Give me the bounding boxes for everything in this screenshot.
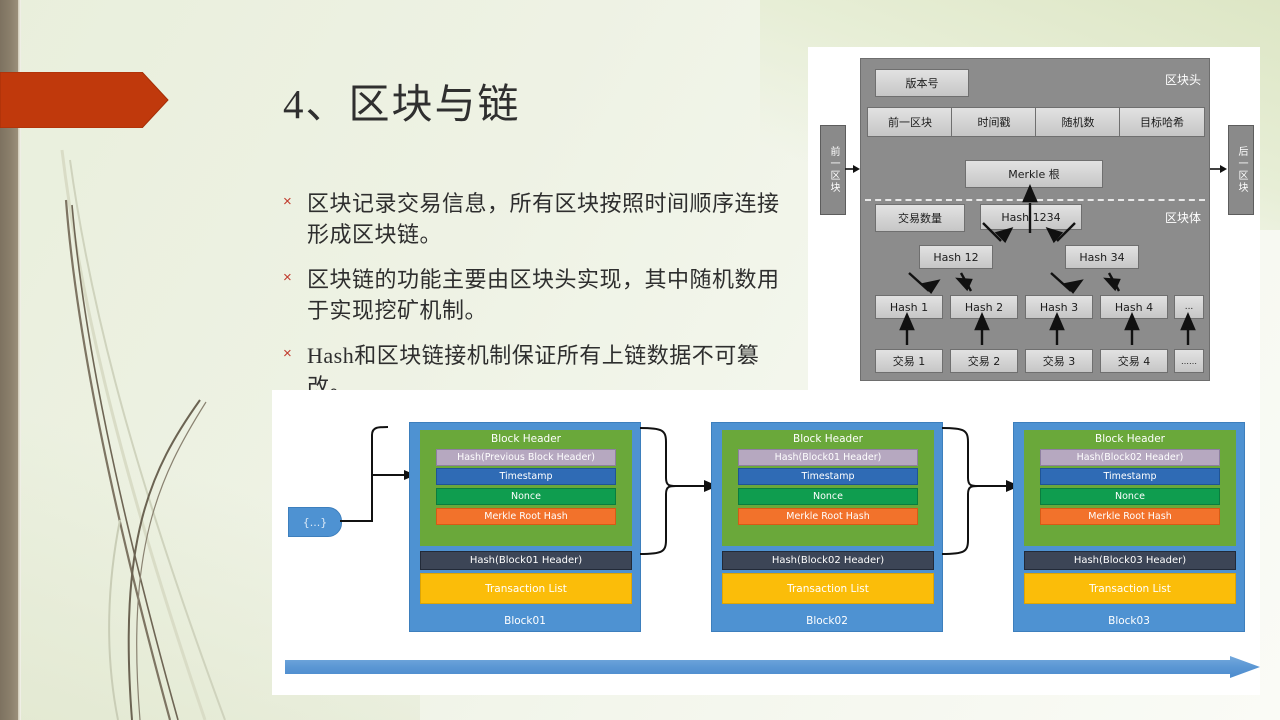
- block-03-block-hash: Hash(Block03 Header): [1024, 551, 1236, 570]
- block-03-merkle-root-hash: Merkle Root Hash: [1040, 508, 1220, 525]
- chain-block-03[interactable]: Block Header Hash(Block02 Header) Timest…: [1013, 422, 1245, 632]
- slide: 4、区块与链 × 区块记录交易信息，所有区块按照时间顺序连接形成区块链。 × 区…: [0, 0, 1280, 720]
- bullet-marker-icon: ×: [283, 193, 292, 210]
- connector-genesis-to-block01: [339, 426, 416, 522]
- bullet-item-2: × 区块链的功能主要由区块头实现，其中随机数用于实现挖矿机制。: [278, 264, 788, 326]
- block-03-header-title: Block Header: [1095, 433, 1165, 445]
- bullet-item-1: × 区块记录交易信息，所有区块按照时间顺序连接形成区块链。: [278, 188, 788, 250]
- block-03-header: Block Header Hash(Block02 Header) Timest…: [1024, 430, 1236, 546]
- block-02-label: Block02: [806, 615, 848, 627]
- bullet-list: × 区块记录交易信息，所有区块按照时间顺序连接形成区块链。 × 区块链的功能主要…: [278, 188, 788, 416]
- block-01-merkle-root-hash: Merkle Root Hash: [436, 508, 616, 525]
- block-03-nonce: Nonce: [1040, 488, 1220, 505]
- block-02-transaction-list: Transaction List: [722, 573, 934, 604]
- merkle-tree-arrows: [899, 183, 1196, 345]
- block-01-prev-hash: Hash(Previous Block Header): [436, 449, 616, 466]
- block-02-timestamp: Timestamp: [738, 468, 918, 485]
- block-01-transaction-list: Transaction List: [420, 573, 632, 604]
- page-title: 4、区块与链: [283, 81, 521, 127]
- time-axis-arrow: Time: [285, 656, 1260, 678]
- block-02-nonce: Nonce: [738, 488, 918, 505]
- block-03-label: Block03: [1108, 615, 1150, 627]
- bullet-marker-icon: ×: [283, 345, 292, 362]
- block-03-timestamp: Timestamp: [1040, 468, 1220, 485]
- block-structure-figure: 前一区块 后一区块 区块头 区块体 版本号 前一区块 时间戳 随机数 目标哈希 …: [808, 47, 1260, 390]
- block-structure-body: 区块头 区块体 版本号 前一区块 时间戳 随机数 目标哈希 Merkle 根 交…: [860, 58, 1210, 381]
- block-02-merkle-root-hash: Merkle Root Hash: [738, 508, 918, 525]
- block-01-header-title: Block Header: [491, 433, 561, 445]
- genesis-block-stub: {...}: [288, 507, 342, 537]
- connector-block01-to-block02: [640, 427, 718, 555]
- chain-block-02[interactable]: Block Header Hash(Block01 Header) Timest…: [711, 422, 943, 632]
- connector-block02-to-block03: [942, 427, 1020, 555]
- block-02-header-title: Block Header: [793, 433, 863, 445]
- red-arrow-banner: [0, 72, 170, 128]
- bullet-text-1: 区块记录交易信息，所有区块按照时间顺序连接形成区块链。: [307, 191, 780, 247]
- block-03-transaction-list: Transaction List: [1024, 573, 1236, 604]
- block-02-header: Block Header Hash(Block01 Header) Timest…: [722, 430, 934, 546]
- block-01-label: Block01: [504, 615, 546, 627]
- block-02-block-hash: Hash(Block02 Header): [722, 551, 934, 570]
- block-01-block-hash: Hash(Block01 Header): [420, 551, 632, 570]
- bullet-text-2: 区块链的功能主要由区块头实现，其中随机数用于实现挖矿机制。: [307, 267, 780, 323]
- block-01-header: Block Header Hash(Previous Block Header)…: [420, 430, 632, 546]
- chain-block-01[interactable]: Block Header Hash(Previous Block Header)…: [409, 422, 641, 632]
- block-02-prev-hash: Hash(Block01 Header): [738, 449, 918, 466]
- block-01-nonce: Nonce: [436, 488, 616, 505]
- bullet-marker-icon: ×: [283, 269, 292, 286]
- block-03-prev-hash: Hash(Block02 Header): [1040, 449, 1220, 466]
- block-01-timestamp: Timestamp: [436, 468, 616, 485]
